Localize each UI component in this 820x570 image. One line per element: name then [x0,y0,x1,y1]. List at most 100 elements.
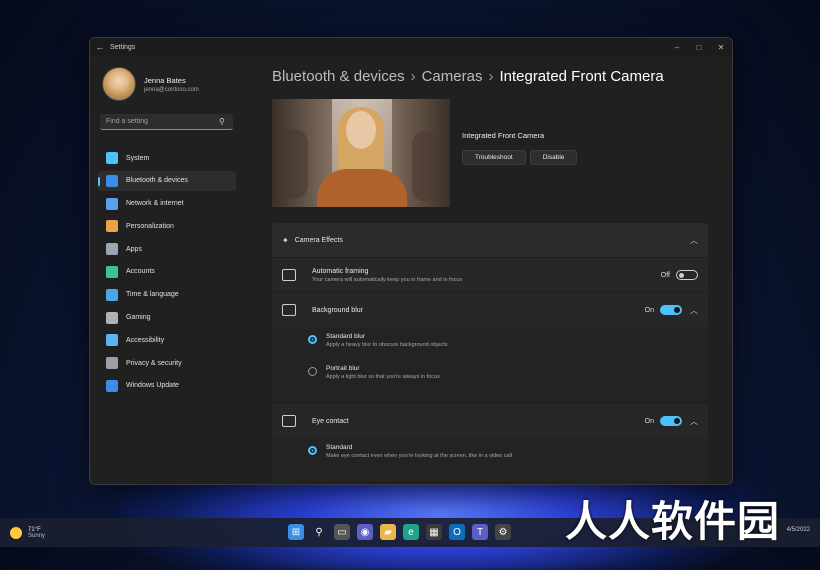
portrait-blur-radio[interactable] [308,367,317,376]
edge-icon[interactable]: e [403,524,419,540]
monitor-icon [106,152,118,164]
user-name: Jenna Bates [144,75,186,85]
settings-window: ← Settings – □ ✕ Jenna Bates jenna@conto… [89,37,733,485]
eye-contact-standard-desc: Make eye contact even when you're lookin… [326,453,513,459]
sidebar-item-accounts[interactable]: Accounts [98,262,236,282]
maximize-button[interactable]: □ [688,43,710,52]
chat-icon[interactable]: ◉ [357,524,373,540]
camera-effects-label: Camera Effects [294,236,343,244]
standard-blur-option[interactable]: Standard blur Apply a heavy blur to obsc… [308,333,698,365]
controller-icon [106,311,118,324]
sidebar-item-label: Privacy & security [126,359,182,367]
automatic-framing-toggle[interactable] [676,270,698,280]
main-content: Bluetooth & devices › Cameras › Integrated F… [272,56,732,484]
eye-contact-options: Standard Make eye contact even when you'… [272,438,708,482]
chevron-up-icon[interactable]: ︿ [690,305,698,316]
sidebar-item-bluetooth-devices[interactable]: Bluetooth & devices [98,170,236,191]
sidebar-item-windows-update[interactable]: Windows Update [98,376,236,396]
sidebar-item-label: Time & language [126,291,179,299]
search-input[interactable] [100,117,219,126]
sidebar-item-network-internet[interactable]: Network & internet [98,194,236,214]
background-blur-state: On [644,306,654,314]
sidebar-item-time-language[interactable]: Time & language [98,285,236,305]
breadcrumb-bluetooth[interactable]: Bluetooth & devices [272,68,405,85]
troubleshoot-button[interactable]: Troubleshoot [462,150,526,165]
sidebar-item-accessibility[interactable]: Accessibility [98,330,236,350]
teams-icon[interactable]: T [472,524,488,540]
portrait-blur-option[interactable]: Portrait blur Apply a light blur so that… [308,365,698,397]
page-title: Integrated Front Camera [499,68,664,85]
automatic-framing-row: Automatic framing Your camera will autom… [272,257,708,292]
sidebar-item-privacy-security[interactable]: Privacy & security [98,353,236,373]
automatic-framing-title: Automatic framing [312,267,369,275]
person-icon [106,265,118,278]
chevron-up-icon[interactable]: ︿ [690,416,698,427]
avatar [102,67,136,101]
shield-icon [106,357,118,370]
weather-widget[interactable]: 71°F Sunny [10,526,46,539]
disable-button[interactable]: Disable [529,150,578,165]
eye-contact-standard-option[interactable]: Standard Make eye contact even when you'… [308,444,698,476]
task-view-icon[interactable]: ▭ [334,524,350,540]
standard-blur-desc: Apply a heavy blur to obscure background… [326,342,448,348]
sidebar-item-label: Accounts [126,268,155,276]
standard-blur-radio[interactable] [308,335,317,344]
breadcrumb: Bluetooth & devices › Cameras › Integrated F… [272,68,732,85]
wifi-icon [106,197,118,210]
search-icon[interactable]: ⚲ [219,117,233,126]
minimize-button[interactable]: – [666,43,688,52]
portrait-blur-desc: Apply a light blur so that you're always… [326,374,440,380]
outlook-icon[interactable]: O [449,524,465,540]
automatic-framing-desc: Your camera will automatically keep you … [312,276,463,283]
window-title: Settings [110,43,136,51]
brush-icon [106,220,118,233]
globe-clock-icon [106,288,118,301]
store-icon[interactable]: ▦ [426,524,442,540]
user-profile[interactable]: Jenna Bates jenna@contoso.com [90,56,240,102]
camera-preview [272,99,450,207]
breadcrumb-separator: › [488,68,494,85]
automatic-framing-state: Off [660,271,670,279]
sidebar: Jenna Bates jenna@contoso.com ⚲ System Bl… [90,56,240,484]
eye-contact-state: On [644,417,654,425]
sparkle-icon: ✦ [282,235,289,245]
sidebar-item-label: Network & internet [126,200,184,208]
breadcrumb-separator: › [410,68,416,85]
camera-effects-panel: ✦ Camera Effects ︿ Automatic framing You… [272,223,708,482]
sidebar-item-apps[interactable]: Apps [98,239,236,259]
sidebar-item-label: Personalization [126,222,174,230]
sidebar-item-personalization[interactable]: Personalization [98,216,236,236]
weather-desc: Sunny [28,532,46,539]
search-icon[interactable]: ⚲ [311,524,327,540]
chevron-up-icon[interactable]: ︿ [690,235,698,246]
sidebar-item-label: Bluetooth & devices [126,177,188,185]
close-button[interactable]: ✕ [710,43,732,52]
eye-contact-icon [282,415,296,427]
settings-gear-icon[interactable]: ⚙ [495,524,511,540]
sidebar-item-label: Apps [126,245,142,253]
search-box[interactable]: ⚲ [100,114,233,130]
breadcrumb-cameras[interactable]: Cameras [422,68,483,85]
sidebar-item-gaming[interactable]: Gaming [98,308,236,328]
background-blur-title: Background blur [312,306,363,314]
watermark-text: 人人软件园 [565,497,781,546]
background-blur-toggle[interactable] [660,305,682,315]
file-explorer-icon[interactable]: ▰ [380,524,396,540]
camera-effects-header[interactable]: ✦ Camera Effects ︿ [272,223,708,257]
framing-icon [282,269,296,281]
portrait-blur-title: Portrait blur [326,365,360,372]
standard-blur-title: Standard blur [326,333,366,340]
apps-icon [106,243,118,256]
eye-contact-standard-radio[interactable] [308,446,317,455]
back-arrow-icon[interactable]: ← [90,42,110,52]
background-blur-options: Standard blur Apply a heavy blur to obsc… [272,327,708,403]
start-icon[interactable]: ⊞ [288,524,304,540]
system-tray[interactable]: 4/5/2022 [787,527,810,533]
update-icon [106,379,118,392]
sidebar-item-label: Accessibility [126,336,165,344]
bluetooth-icon [106,174,118,187]
eye-contact-toggle[interactable] [660,416,682,426]
user-email: jenna@contoso.com [144,86,199,93]
tray-date: 4/5/2022 [786,527,810,533]
sidebar-item-system[interactable]: System [98,148,236,168]
